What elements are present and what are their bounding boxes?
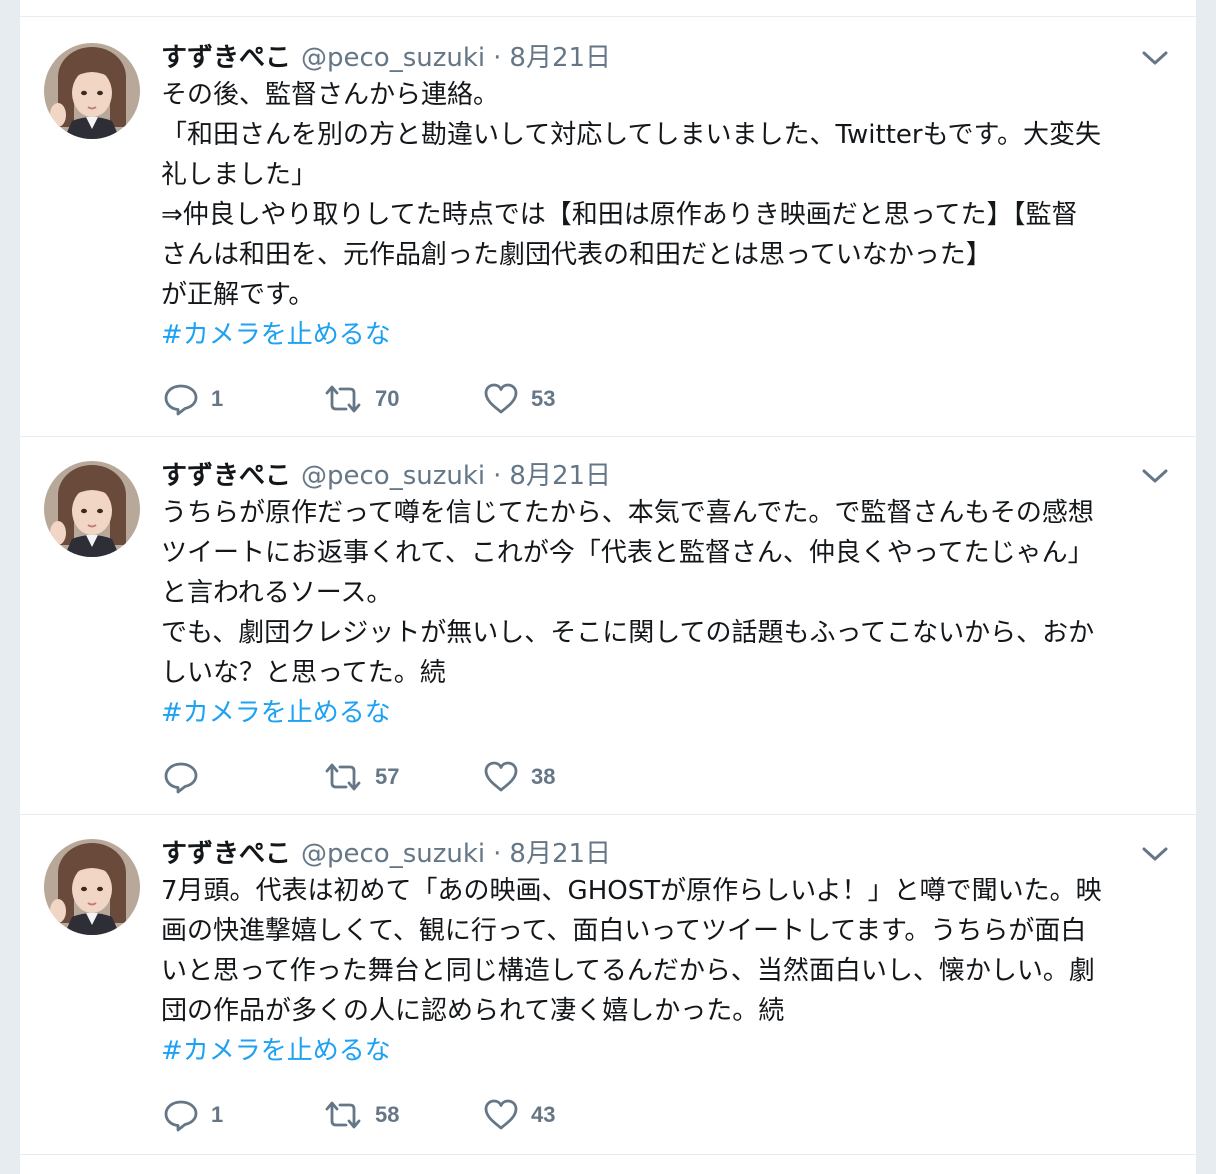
username[interactable]: @peco_suzuki [301,461,485,491]
tweet-text: うちらが原作だって噂を信じてたから、本気で喜んでた。で監督さんもその感想 ツイー… [161,498,1095,688]
tweet-actions: 1 58 43 [163,1095,643,1135]
like-button[interactable]: 38 [483,757,643,797]
retweet-button[interactable]: 58 [323,1095,483,1135]
tweet-header: すずきぺこ @peco_suzuki · 8月21日 [161,833,1156,870]
tweet[interactable]: すずきぺこ @peco_suzuki · 8月21日 7月頭。代表は初めて「あの… [20,814,1196,1154]
tweet-header: すずきぺこ @peco_suzuki · 8月21日 [161,37,1156,74]
like-button[interactable]: 53 [483,379,643,419]
tweet[interactable] [20,1154,1196,1174]
heart-icon [483,759,519,795]
reply-icon [163,1097,199,1133]
chevron-down-icon[interactable] [1140,839,1170,869]
avatar[interactable] [44,43,140,139]
separator: · [493,839,502,869]
separator: · [493,461,502,491]
retweet-count: 70 [375,386,400,411]
like-button[interactable]: 43 [483,1095,643,1135]
reply-count: 1 [211,1102,224,1127]
like-count: 38 [531,764,556,789]
username[interactable]: @peco_suzuki [301,839,485,869]
retweet-count: 57 [375,764,400,789]
reply-button[interactable]: 1 [163,1095,323,1135]
timestamp[interactable]: 8月21日 [509,455,611,492]
display-name[interactable]: すずきぺこ [161,833,291,870]
chevron-down-icon[interactable] [1140,461,1170,491]
tweet-actions: 57 38 [163,757,643,797]
tweet[interactable]: すずきぺこ @peco_suzuki · 8月21日 うちらが原作だって噂を信じ… [20,436,1196,814]
chevron-down-icon[interactable] [1140,43,1170,73]
hashtag-link[interactable]: #カメラを止めるな [161,1031,391,1071]
tweet[interactable]: すずきぺこ @peco_suzuki · 8月21日 その後、監督さんから連絡。… [20,16,1196,436]
timeline: すずきぺこ @peco_suzuki · 8月21日 その後、監督さんから連絡。… [20,0,1196,1174]
avatar[interactable] [44,839,140,935]
retweet-button[interactable]: 70 [323,379,483,419]
tweet-header: すずきぺこ @peco_suzuki · 8月21日 [161,455,1156,492]
like-count: 43 [531,1102,556,1127]
timestamp[interactable]: 8月21日 [509,37,611,74]
tweet-actions: 1 70 53 [163,379,643,419]
hashtag-link[interactable]: #カメラを止めるな [161,693,391,733]
reply-icon [163,381,199,417]
heart-icon [483,1097,519,1133]
username[interactable]: @peco_suzuki [301,43,485,73]
retweet-count: 58 [375,1102,400,1127]
tweet-text: 7月頭。代表は初めて「あの映画、GHOSTが原作らしいよ！」と噂で聞いた。映 画… [161,876,1102,1026]
reply-count: 1 [211,386,224,411]
avatar[interactable] [44,461,140,557]
timestamp[interactable]: 8月21日 [509,833,611,870]
reply-button[interactable] [163,757,323,797]
display-name[interactable]: すずきぺこ [161,455,291,492]
retweet-icon [323,1097,363,1133]
like-count: 53 [531,386,556,411]
retweet-button[interactable]: 57 [323,757,483,797]
heart-icon [483,381,519,417]
separator: · [493,43,502,73]
reply-icon [163,759,199,795]
reply-button[interactable]: 1 [163,379,323,419]
display-name[interactable]: すずきぺこ [161,37,291,74]
retweet-icon [323,381,363,417]
tweet-text: その後、監督さんから連絡。 「和田さんを別の方と勘違いして対応してしまいました、… [161,80,1101,310]
retweet-icon [323,759,363,795]
hashtag-link[interactable]: #カメラを止めるな [161,315,391,355]
